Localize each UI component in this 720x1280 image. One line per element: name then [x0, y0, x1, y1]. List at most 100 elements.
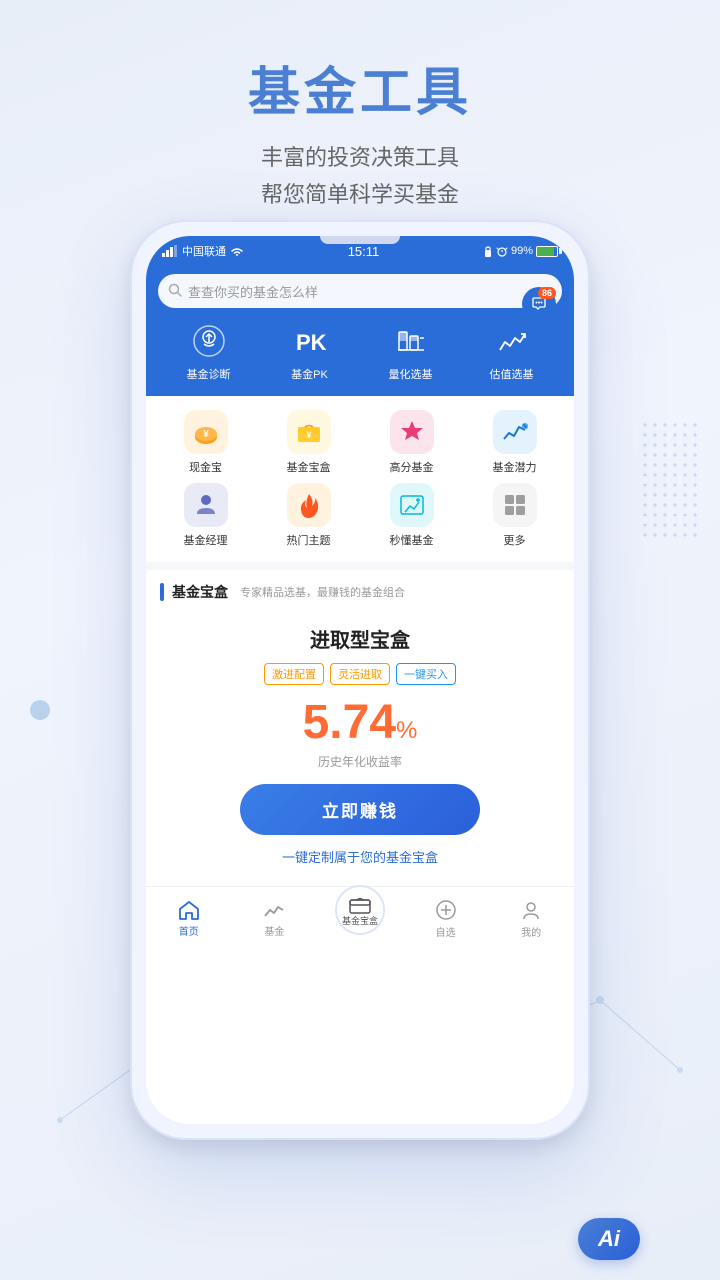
nav-value-select-label: 估值选基	[490, 366, 534, 382]
quant-select-icon	[390, 320, 432, 362]
phone-outer: 中国联通 15:11	[130, 220, 590, 1140]
tab-self-select-label: 自选	[436, 924, 456, 939]
lock-icon	[483, 245, 493, 257]
tab-fund-box-center[interactable]: 基金宝盒	[317, 903, 403, 935]
fund-diagnosis-icon	[188, 320, 230, 362]
fund-box-icon: ¥	[287, 410, 331, 454]
tab-bar: 首页 基金 基	[146, 886, 574, 950]
battery-icon	[536, 246, 558, 257]
tab-home-label: 首页	[179, 923, 199, 938]
status-left: 中国联通	[162, 243, 244, 259]
search-placeholder: 查查你买的基金怎么样	[188, 282, 552, 301]
phone-device: 中国联通 15:11	[130, 220, 590, 1140]
battery-percent: 99%	[511, 245, 533, 257]
cash-treasure-icon: ¥	[184, 410, 228, 454]
nav-fund-pk-label: 基金PK	[291, 366, 328, 382]
top-nav-row: 基金诊断 PK 基金PK	[158, 320, 562, 382]
understand-fund-label: 秒懂基金	[390, 532, 434, 548]
self-select-tab-icon	[435, 899, 457, 921]
nav-quant-select-label: 量化选基	[389, 366, 433, 382]
product-card: 进取型宝盒 激进配置 灵活进取 一键买入 5.74% 历史年化收益率 立即赚钱 …	[160, 616, 560, 874]
fund-box-label: 基金宝盒	[287, 459, 331, 475]
bg-dots-right	[640, 420, 700, 540]
yield-label: 历史年化收益率	[160, 753, 560, 770]
fund-potential-label: 基金潜力	[493, 459, 537, 475]
svg-text:¥: ¥	[306, 430, 311, 440]
wifi-icon	[230, 245, 244, 257]
tab-mine[interactable]: 我的	[488, 899, 574, 939]
hot-theme-label: 热门主题	[287, 532, 331, 548]
grid-row-1: ¥ 现金宝 ¥	[154, 410, 566, 475]
tab-self-select[interactable]: 自选	[403, 899, 489, 939]
alarm-icon	[496, 245, 508, 257]
search-bar[interactable]: 查查你买的基金怎么样 86	[158, 274, 562, 308]
high-score-icon	[390, 410, 434, 454]
phone-notch	[320, 236, 400, 244]
subtitle-line2: 帮您简单科学买基金	[0, 176, 720, 213]
yield-unit: %	[396, 717, 417, 744]
grid-more[interactable]: 更多	[463, 483, 566, 548]
tab-fund-box-label: 基金宝盒	[342, 914, 378, 927]
page-subtitle: 丰富的投资决策工具 帮您简单科学买基金	[0, 139, 720, 214]
nav-quant-select[interactable]: 量化选基	[360, 320, 461, 382]
svg-text:¥: ¥	[203, 429, 209, 440]
hot-theme-icon	[287, 483, 331, 527]
mine-tab-icon	[520, 899, 542, 921]
tag-flexible: 灵活进取	[330, 663, 390, 685]
custom-link[interactable]: 一键定制属于您的基金宝盒	[160, 847, 560, 866]
understand-fund-icon	[390, 483, 434, 527]
header-section: 基金工具 丰富的投资决策工具 帮您简单科学买基金	[0, 0, 720, 234]
svg-text:PK: PK	[296, 330, 327, 355]
grid-fund-manager[interactable]: 基金经理	[154, 483, 257, 548]
chat-icon	[531, 297, 547, 311]
high-score-label: 高分基金	[390, 459, 434, 475]
section-title: 基金宝盒	[172, 582, 228, 602]
value-select-icon	[491, 320, 533, 362]
signal-icon	[162, 245, 178, 257]
grid-understand-fund[interactable]: 秒懂基金	[360, 483, 463, 548]
grid-fund-potential[interactable]: 基金潜力	[463, 410, 566, 475]
section-description: 专家精品选基，最赚钱的基金组合	[240, 584, 405, 600]
tab-fund[interactable]: 基金	[232, 900, 318, 938]
grid-row-2: 基金经理 热门主题	[154, 483, 566, 548]
fund-pk-icon: PK	[289, 320, 331, 362]
yield-display: 5.74%	[160, 699, 560, 747]
subtitle-line1: 丰富的投资决策工具	[0, 139, 720, 176]
cta-button[interactable]: 立即赚钱	[240, 784, 480, 835]
carrier-label: 中国联通	[182, 243, 226, 259]
cash-treasure-label: 现金宝	[189, 459, 222, 475]
tag-aggressive: 激进配置	[264, 663, 324, 685]
nav-fund-diagnosis[interactable]: 基金诊断	[158, 320, 259, 382]
nav-fund-pk[interactable]: PK 基金PK	[259, 320, 360, 382]
grid-hot-theme[interactable]: 热门主题	[257, 483, 360, 548]
section-header: 基金宝盒 专家精品选基，最赚钱的基金组合	[160, 582, 560, 602]
bg-dots-left	[30, 700, 50, 720]
tag-one-click: 一键买入	[396, 663, 456, 685]
more-label: 更多	[504, 532, 526, 548]
fund-box-section: 基金宝盒 专家精品选基，最赚钱的基金组合 进取型宝盒 激进配置 灵活进取 一键买…	[146, 570, 574, 886]
grid-nav: ¥ 现金宝 ¥	[146, 396, 574, 562]
search-icon	[168, 283, 182, 300]
product-tags: 激进配置 灵活进取 一键买入	[160, 663, 560, 685]
fund-tab-icon	[263, 900, 285, 920]
tab-mine-label: 我的	[521, 924, 541, 939]
app-header: 查查你买的基金怎么样 86	[146, 266, 574, 396]
fund-manager-icon	[184, 483, 228, 527]
grid-fund-box[interactable]: ¥ 基金宝盒	[257, 410, 360, 475]
home-tab-icon	[178, 900, 200, 920]
tab-fund-label: 基金	[264, 923, 284, 938]
nav-fund-diagnosis-label: 基金诊断	[187, 366, 231, 382]
phone-inner: 中国联通 15:11	[146, 236, 574, 1124]
fund-manager-label: 基金经理	[184, 532, 228, 548]
nav-value-select[interactable]: 估值选基	[461, 320, 562, 382]
yield-number: 5.74	[303, 696, 396, 749]
tab-home[interactable]: 首页	[146, 900, 232, 938]
section-bar	[160, 583, 164, 601]
grid-high-score[interactable]: 高分基金	[360, 410, 463, 475]
grid-cash-treasure[interactable]: ¥ 现金宝	[154, 410, 257, 475]
status-right: 99%	[483, 245, 558, 257]
more-icon	[493, 483, 537, 527]
fund-potential-icon	[493, 410, 537, 454]
ai-label: Ai	[578, 1218, 640, 1260]
product-name: 进取型宝盒	[160, 624, 560, 653]
